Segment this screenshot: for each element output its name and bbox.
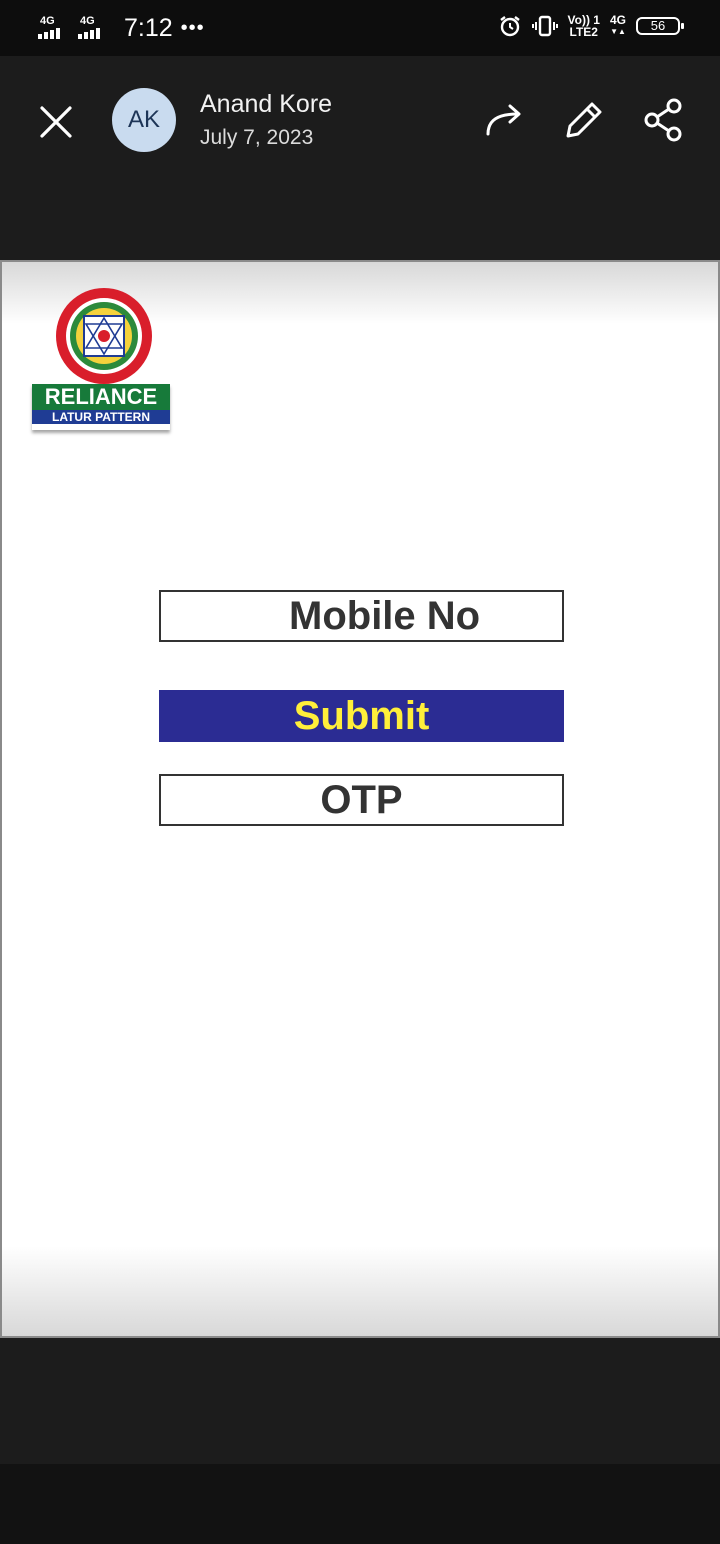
reliance-logo: RELIANCE LATUR PATTERN [28, 286, 178, 438]
more-notifications-icon: ••• [180, 17, 205, 39]
sim1-network-label: 4G [40, 14, 55, 27]
avatar[interactable]: AK [112, 88, 176, 152]
logo-brand-top: RELIANCE [32, 384, 170, 410]
post-date: July 7, 2023 [200, 126, 314, 149]
edit-button[interactable] [560, 96, 608, 144]
battery-icon: 56 [636, 17, 684, 35]
viewer-app-bar: AK Anand Kore July 7, 2023 [0, 56, 720, 260]
data-network-indicator: 4G ▼▲ [610, 14, 626, 38]
logo-brand-bottom: LATUR PATTERN [32, 410, 170, 424]
close-button[interactable] [36, 102, 76, 142]
status-bar: 4G 4G 7:12 ••• Vo)) 1 LTE2 4G ▼▲ 56 [0, 0, 720, 56]
net-line2: ▼▲ [610, 27, 626, 36]
share-icon [644, 98, 682, 142]
status-left: 4G 4G 7:12 ••• [38, 14, 205, 43]
status-time: 7:12 [124, 14, 173, 42]
sim2-network-label: 4G [80, 14, 95, 27]
document-image: RELIANCE LATUR PATTERN Mobile No Submit … [0, 260, 720, 1338]
status-right: Vo)) 1 LTE2 4G ▼▲ 56 [498, 14, 684, 38]
author-name: Anand Kore [200, 90, 333, 118]
sim2-signal-icon: 4G [78, 14, 112, 41]
vibrate-icon [531, 15, 558, 37]
net-line1: 4G [609, 13, 626, 27]
submit-button: Submit [159, 690, 564, 742]
sim1-signal-icon: 4G [38, 14, 72, 41]
share-button[interactable] [640, 96, 688, 144]
close-icon [40, 106, 72, 138]
forward-arrow-icon [486, 104, 521, 136]
mobile-number-field: Mobile No [159, 590, 564, 642]
volte-indicator: Vo)) 1 LTE2 [568, 14, 600, 38]
viewer-bottom-bar [0, 1338, 720, 1464]
document-bottom-shade [2, 1246, 718, 1336]
logo-badge: RELIANCE LATUR PATTERN [32, 384, 170, 430]
forward-button[interactable] [480, 96, 528, 144]
alarm-icon [499, 16, 520, 37]
pencil-icon [566, 102, 602, 138]
otp-field: OTP [159, 774, 564, 826]
seal-emblem-icon [56, 288, 152, 384]
volte-line2: LTE2 [569, 25, 598, 39]
